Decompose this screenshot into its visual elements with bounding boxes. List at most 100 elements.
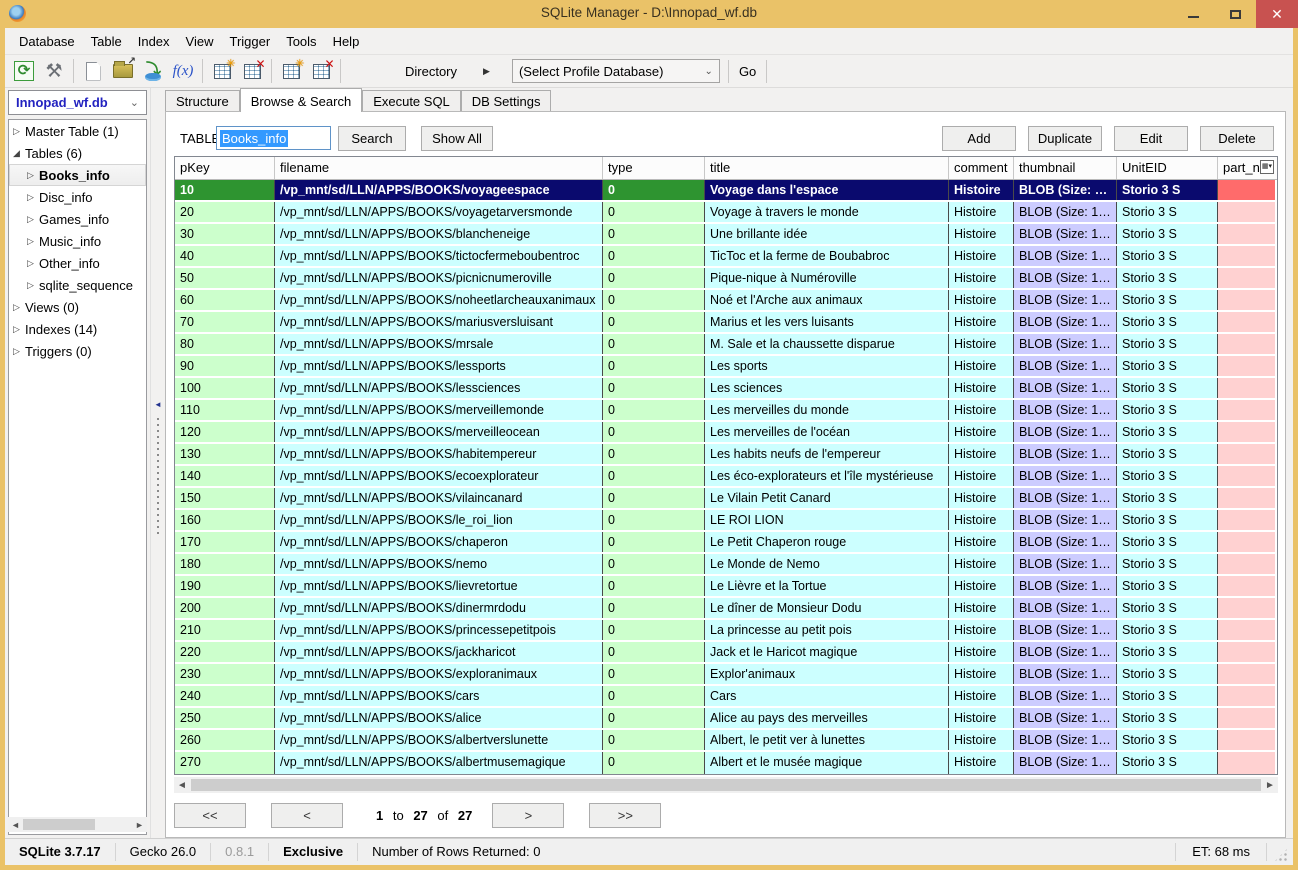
cell-pkey[interactable]: 110 bbox=[175, 400, 275, 420]
grid-horizontal-scrollbar[interactable]: ◄ ► bbox=[174, 777, 1278, 793]
cell-filename[interactable]: /vp_mnt/sd/LLN/APPS/BOOKS/voyagetarversm… bbox=[275, 202, 603, 222]
cell-part_nu[interactable] bbox=[1218, 312, 1275, 332]
twisty-collapsed-icon[interactable]: ▷ bbox=[27, 236, 39, 247]
cell-pkey[interactable]: 60 bbox=[175, 290, 275, 310]
cell-part_nu[interactable] bbox=[1218, 422, 1275, 442]
tree-item-tables-6[interactable]: ◢Tables (6) bbox=[9, 142, 146, 164]
directory-dropdown[interactable]: Directory ▶ bbox=[397, 60, 498, 83]
cell-type[interactable]: 0 bbox=[603, 708, 705, 728]
cell-type[interactable]: 0 bbox=[603, 356, 705, 376]
table-row[interactable]: 250/vp_mnt/sd/LLN/APPS/BOOKS/alice0Alice… bbox=[175, 708, 1277, 730]
cell-part_nu[interactable] bbox=[1218, 598, 1275, 618]
cell-comment[interactable]: Histoire bbox=[949, 620, 1014, 640]
cell-thumbnail[interactable]: BLOB (Size: 15496) bbox=[1014, 686, 1117, 706]
cell-title[interactable]: La princesse au petit pois bbox=[705, 620, 949, 640]
table-row[interactable]: 230/vp_mnt/sd/LLN/APPS/BOOKS/exploranima… bbox=[175, 664, 1277, 686]
cell-filename[interactable]: /vp_mnt/sd/LLN/APPS/BOOKS/vilaincanard bbox=[275, 488, 603, 508]
cell-comment[interactable]: Histoire bbox=[949, 664, 1014, 684]
cell-uniteid[interactable]: Storio 3 S bbox=[1117, 532, 1218, 552]
cell-filename[interactable]: /vp_mnt/sd/LLN/APPS/BOOKS/picnicnumerovi… bbox=[275, 268, 603, 288]
cell-filename[interactable]: /vp_mnt/sd/LLN/APPS/BOOKS/blancheneige bbox=[275, 224, 603, 244]
table-row[interactable]: 50/vp_mnt/sd/LLN/APPS/BOOKS/picnicnumero… bbox=[175, 268, 1277, 290]
cell-title[interactable]: Les éco-explorateurs et l'île mystérieus… bbox=[705, 466, 949, 486]
cell-title[interactable]: Les sports bbox=[705, 356, 949, 376]
table-row[interactable]: 10/vp_mnt/sd/LLN/APPS/BOOKS/voyageespace… bbox=[175, 180, 1277, 202]
table-row[interactable]: 240/vp_mnt/sd/LLN/APPS/BOOKS/cars0CarsHi… bbox=[175, 686, 1277, 708]
cell-type[interactable]: 0 bbox=[603, 730, 705, 750]
cell-part_nu[interactable] bbox=[1218, 510, 1275, 530]
cell-pkey[interactable]: 250 bbox=[175, 708, 275, 728]
table-row[interactable]: 220/vp_mnt/sd/LLN/APPS/BOOKS/jackharicot… bbox=[175, 642, 1277, 664]
cell-thumbnail[interactable]: BLOB (Size: 15496) bbox=[1014, 532, 1117, 552]
table-row[interactable]: 260/vp_mnt/sd/LLN/APPS/BOOKS/albertversl… bbox=[175, 730, 1277, 752]
cell-part_nu[interactable] bbox=[1218, 444, 1275, 464]
column-header-comment[interactable]: comment bbox=[949, 157, 1014, 179]
next-page-button[interactable]: > bbox=[492, 803, 564, 828]
tree-item-master-table-1[interactable]: ▷Master Table (1) bbox=[9, 120, 146, 142]
menu-table[interactable]: Table bbox=[83, 30, 130, 53]
cell-comment[interactable]: Histoire bbox=[949, 180, 1014, 200]
cell-part_nu[interactable] bbox=[1218, 290, 1275, 310]
cell-part_nu[interactable] bbox=[1218, 180, 1275, 200]
cell-filename[interactable]: /vp_mnt/sd/LLN/APPS/BOOKS/nemo bbox=[275, 554, 603, 574]
cell-thumbnail[interactable]: BLOB (Size: 15496) bbox=[1014, 312, 1117, 332]
cell-type[interactable]: 0 bbox=[603, 686, 705, 706]
cell-filename[interactable]: /vp_mnt/sd/LLN/APPS/BOOKS/chaperon bbox=[275, 532, 603, 552]
tree-item-triggers-0[interactable]: ▷Triggers (0) bbox=[9, 340, 146, 362]
scroll-left-icon[interactable]: ◄ bbox=[174, 780, 190, 791]
cell-title[interactable]: Pique-nique à Numéroville bbox=[705, 268, 949, 288]
cell-part_nu[interactable] bbox=[1218, 532, 1275, 552]
cell-thumbnail[interactable]: BLOB (Size: 15496) bbox=[1014, 576, 1117, 596]
column-header-thumbnail[interactable]: thumbnail bbox=[1014, 157, 1117, 179]
table-row[interactable]: 170/vp_mnt/sd/LLN/APPS/BOOKS/chaperon0Le… bbox=[175, 532, 1277, 554]
cell-type[interactable]: 0 bbox=[603, 312, 705, 332]
cell-title[interactable]: Voyage dans l'espace bbox=[705, 180, 949, 200]
cell-comment[interactable]: Histoire bbox=[949, 466, 1014, 486]
cell-filename[interactable]: /vp_mnt/sd/LLN/APPS/BOOKS/mrsale bbox=[275, 334, 603, 354]
cell-type[interactable]: 0 bbox=[603, 576, 705, 596]
table-row[interactable]: 200/vp_mnt/sd/LLN/APPS/BOOKS/dinermrdodu… bbox=[175, 598, 1277, 620]
cell-type[interactable]: 0 bbox=[603, 224, 705, 244]
menu-trigger[interactable]: Trigger bbox=[222, 30, 279, 53]
column-header-filename[interactable]: filename bbox=[275, 157, 603, 179]
tab-browse-search[interactable]: Browse & Search bbox=[240, 88, 362, 112]
twisty-collapsed-icon[interactable]: ▷ bbox=[27, 170, 39, 181]
scroll-right-icon[interactable]: ► bbox=[132, 820, 147, 830]
cell-uniteid[interactable]: Storio 3 S bbox=[1117, 642, 1218, 662]
cell-title[interactable]: Explor'animaux bbox=[705, 664, 949, 684]
table-row[interactable]: 80/vp_mnt/sd/LLN/APPS/BOOKS/mrsale0M. Sa… bbox=[175, 334, 1277, 356]
cell-pkey[interactable]: 190 bbox=[175, 576, 275, 596]
cell-title[interactable]: Voyage à travers le monde bbox=[705, 202, 949, 222]
cell-pkey[interactable]: 80 bbox=[175, 334, 275, 354]
cell-thumbnail[interactable]: BLOB (Size: 15496) bbox=[1014, 620, 1117, 640]
cell-type[interactable]: 0 bbox=[603, 290, 705, 310]
cell-comment[interactable]: Histoire bbox=[949, 400, 1014, 420]
cell-filename[interactable]: /vp_mnt/sd/LLN/APPS/BOOKS/voyageespace bbox=[275, 180, 603, 200]
delete-button[interactable]: Delete bbox=[1200, 126, 1274, 151]
column-picker-icon[interactable]: ▦▾ bbox=[1260, 160, 1274, 174]
cell-pkey[interactable]: 30 bbox=[175, 224, 275, 244]
cell-type[interactable]: 0 bbox=[603, 268, 705, 288]
cell-pkey[interactable]: 10 bbox=[175, 180, 275, 200]
cell-type[interactable]: 0 bbox=[603, 752, 705, 774]
cell-pkey[interactable]: 210 bbox=[175, 620, 275, 640]
cell-thumbnail[interactable]: BLOB (Size: 15496) bbox=[1014, 444, 1117, 464]
cell-pkey[interactable]: 100 bbox=[175, 378, 275, 398]
cell-part_nu[interactable] bbox=[1218, 708, 1275, 728]
cell-type[interactable]: 0 bbox=[603, 422, 705, 442]
collapse-arrow-icon[interactable]: ◄ bbox=[154, 400, 162, 409]
cell-filename[interactable]: /vp_mnt/sd/LLN/APPS/BOOKS/cars bbox=[275, 686, 603, 706]
column-header-pkey[interactable]: pKey bbox=[175, 157, 275, 179]
cell-filename[interactable]: /vp_mnt/sd/LLN/APPS/BOOKS/tictocfermebou… bbox=[275, 246, 603, 266]
cell-part_nu[interactable] bbox=[1218, 686, 1275, 706]
cell-part_nu[interactable] bbox=[1218, 730, 1275, 750]
twisty-collapsed-icon[interactable]: ▷ bbox=[27, 214, 39, 225]
cell-type[interactable]: 0 bbox=[603, 664, 705, 684]
cell-comment[interactable]: Histoire bbox=[949, 730, 1014, 750]
cell-type[interactable]: 0 bbox=[603, 532, 705, 552]
cell-uniteid[interactable]: Storio 3 S bbox=[1117, 180, 1218, 200]
database-select[interactable]: Innopad_wf.db ⌄ bbox=[8, 90, 147, 115]
cell-comment[interactable]: Histoire bbox=[949, 202, 1014, 222]
cell-part_nu[interactable] bbox=[1218, 642, 1275, 662]
cell-uniteid[interactable]: Storio 3 S bbox=[1117, 202, 1218, 222]
